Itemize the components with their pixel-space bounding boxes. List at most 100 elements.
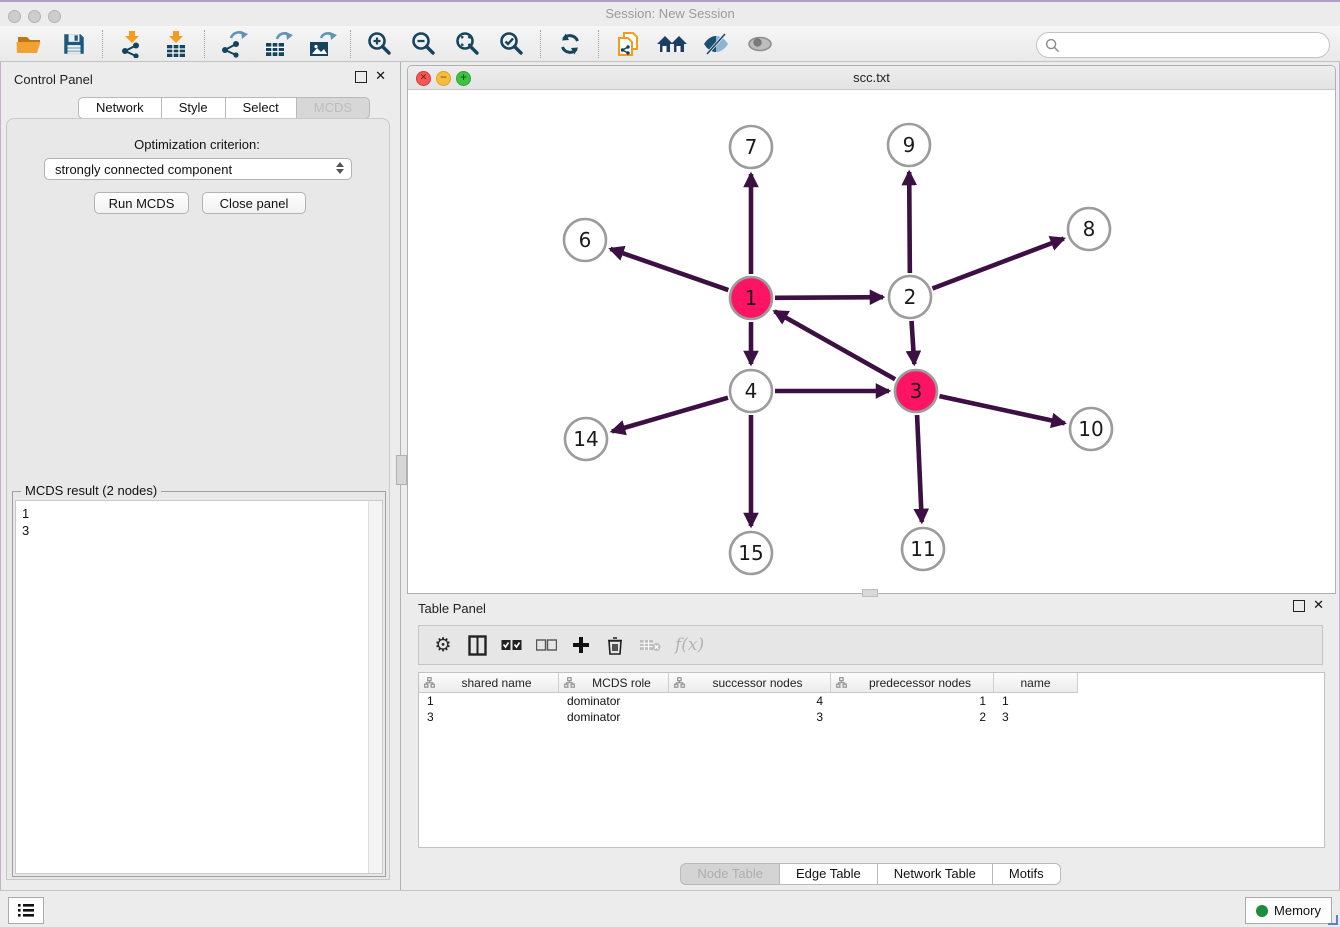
- control-panel: Control Panel ✕ Network Style Select MCD…: [0, 62, 394, 890]
- graph-node-label-6: 6: [579, 228, 592, 252]
- export-image-button[interactable]: [300, 28, 344, 60]
- table-cell[interactable]: dominator: [559, 693, 669, 709]
- memory-label: Memory: [1274, 903, 1321, 918]
- table-cell[interactable]: 3: [419, 709, 559, 725]
- delete-table-icon[interactable]: [639, 633, 661, 657]
- deselect-all-columns-icon[interactable]: [536, 633, 557, 657]
- result-scrollbar[interactable]: [368, 501, 382, 873]
- save-session-button[interactable]: [52, 28, 96, 60]
- graph-node-label-10: 10: [1078, 417, 1103, 441]
- tab-edge-table[interactable]: Edge Table: [780, 863, 878, 885]
- memory-button[interactable]: Memory: [1245, 897, 1332, 924]
- table-cell[interactable]: 4: [669, 693, 831, 709]
- graph-edge-3-10[interactable]: [939, 396, 1064, 423]
- table-cell[interactable]: 1: [831, 693, 994, 709]
- settings-gear-icon[interactable]: ⚙: [433, 633, 453, 657]
- resize-handle[interactable]: [1328, 915, 1338, 925]
- graph-edge-1-2[interactable]: [775, 297, 883, 298]
- graph-edge-2-3[interactable]: [912, 321, 915, 364]
- delete-column-icon[interactable]: [605, 633, 625, 657]
- column-header-name[interactable]: name: [994, 673, 1078, 693]
- zoom-in-button[interactable]: [358, 28, 402, 60]
- show-all-button[interactable]: [738, 28, 782, 60]
- search-field[interactable]: [1036, 32, 1330, 58]
- tab-motifs[interactable]: Motifs: [993, 863, 1061, 885]
- graph-node-label-15: 15: [738, 541, 763, 565]
- float-panel-icon[interactable]: [355, 71, 367, 83]
- close-table-panel-icon[interactable]: ✕: [1313, 601, 1324, 611]
- float-table-panel-icon[interactable]: [1293, 600, 1305, 612]
- tab-select[interactable]: Select: [226, 97, 297, 119]
- graph-edge-3-11[interactable]: [917, 415, 922, 522]
- zoom-selected-button[interactable]: [490, 28, 534, 60]
- graph-edge-2-9[interactable]: [909, 172, 910, 273]
- toolbar-separator: [102, 30, 104, 58]
- optimization-criterion-label: Optimization criterion:: [0, 137, 394, 152]
- tab-node-table[interactable]: Node Table: [680, 863, 780, 885]
- refresh-icon: [556, 30, 584, 58]
- network-window-titlebar[interactable]: ✕ − + scc.txt: [408, 66, 1335, 90]
- run-mcds-button[interactable]: Run MCDS: [94, 192, 189, 214]
- home-view-button[interactable]: [650, 28, 694, 60]
- duplicate-network-button[interactable]: [606, 28, 650, 60]
- table-cell[interactable]: 3: [669, 709, 831, 725]
- export-table-button[interactable]: [256, 28, 300, 60]
- column-header-successor-nodes[interactable]: successor nodes: [669, 673, 831, 693]
- show-columns-icon[interactable]: [467, 633, 487, 657]
- column-header-shared-name[interactable]: shared name: [419, 673, 559, 693]
- network-window-title: scc.txt: [408, 70, 1335, 85]
- table-cell[interactable]: 1: [994, 693, 1078, 709]
- column-header-MCDS-role[interactable]: MCDS role: [559, 673, 669, 693]
- create-column-icon[interactable]: [571, 633, 591, 657]
- table-tabs: Node Table Edge Table Network Table Moti…: [407, 863, 1334, 885]
- tab-network[interactable]: Network: [78, 97, 162, 119]
- export-network-button[interactable]: [212, 28, 256, 60]
- graph-edge-4-14[interactable]: [612, 398, 728, 432]
- graph-node-label-9: 9: [903, 133, 916, 157]
- zoom-out-button[interactable]: [402, 28, 446, 60]
- panel-divider-handle[interactable]: [396, 455, 407, 485]
- import-table-button[interactable]: [154, 28, 198, 60]
- column-header-predecessor-nodes[interactable]: predecessor nodes: [831, 673, 994, 693]
- tab-network-table[interactable]: Network Table: [878, 863, 993, 885]
- table-row[interactable]: 1dominator411: [419, 693, 1324, 709]
- function-builder-icon[interactable]: f(x): [675, 633, 704, 657]
- open-folder-icon: [15, 31, 45, 57]
- show-panels-button[interactable]: [8, 897, 44, 924]
- graph-edge-3-1[interactable]: [775, 311, 896, 379]
- hide-others-button[interactable]: [694, 28, 738, 60]
- table-cell[interactable]: dominator: [559, 709, 669, 725]
- network-graph: 1234678910111415: [408, 90, 1333, 591]
- tab-style[interactable]: Style: [162, 97, 226, 119]
- eye-slash-icon: [701, 32, 731, 56]
- mcds-result-list[interactable]: 1 3: [15, 500, 383, 874]
- save-floppy-icon: [61, 31, 87, 57]
- refresh-button[interactable]: [548, 28, 592, 60]
- open-session-button[interactable]: [8, 28, 52, 60]
- table-cell[interactable]: 2: [831, 709, 994, 725]
- table-panel: Table Panel ✕ ⚙ f(x) shared nameMCDS rol…: [407, 595, 1334, 888]
- close-panel-icon[interactable]: ✕: [375, 72, 386, 82]
- search-input[interactable]: [1064, 37, 1329, 54]
- network-view-window: ✕ − + scc.txt 1234678910111415: [407, 65, 1336, 594]
- search-icon: [1045, 38, 1060, 53]
- graph-edge-1-6[interactable]: [610, 249, 728, 290]
- control-panel-title: Control Panel: [14, 72, 93, 87]
- network-canvas[interactable]: 1234678910111415: [408, 90, 1333, 591]
- tab-mcds[interactable]: MCDS: [297, 97, 370, 119]
- graph-node-label-3: 3: [910, 379, 923, 403]
- select-all-columns-icon[interactable]: [501, 633, 522, 657]
- toolbar-separator: [204, 30, 206, 58]
- optimization-criterion-select[interactable]: strongly connected component: [44, 158, 352, 180]
- import-network-button[interactable]: [110, 28, 154, 60]
- export-table-icon: [263, 30, 293, 58]
- table-cell[interactable]: 1: [419, 693, 559, 709]
- close-panel-button[interactable]: Close panel: [202, 192, 306, 214]
- table-row[interactable]: 3dominator323: [419, 709, 1324, 725]
- zoom-selected-icon: [498, 30, 526, 58]
- graph-edge-2-8[interactable]: [932, 239, 1063, 289]
- toolbar-separator: [540, 30, 542, 58]
- window-title: Session: New Session: [0, 6, 1340, 21]
- zoom-fit-button[interactable]: [446, 28, 490, 60]
- table-cell[interactable]: 3: [994, 709, 1078, 725]
